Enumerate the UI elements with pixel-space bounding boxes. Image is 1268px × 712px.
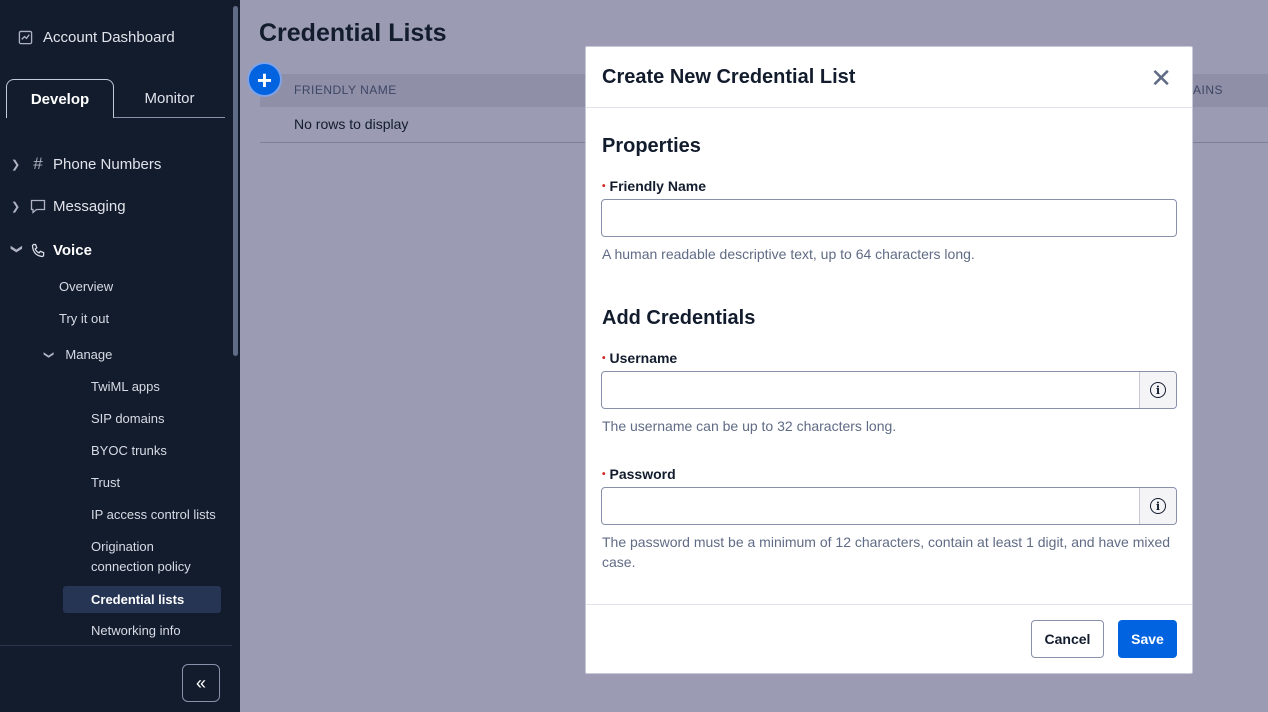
sidebar-item-byoc-trunks[interactable]: BYOC trunks — [91, 441, 167, 461]
modal-header: Create New Credential List ✕ — [586, 47, 1192, 108]
sidebar-divider — [0, 645, 232, 646]
friendly-name-label-text: Friendly Name — [609, 178, 706, 194]
modal-footer: Cancel Save — [586, 604, 1192, 673]
required-marker: • — [602, 469, 606, 480]
create-credential-list-modal: Create New Credential List ✕ Properties … — [585, 46, 1193, 674]
sidebar-scrollbar[interactable] — [233, 6, 238, 356]
password-input[interactable] — [602, 488, 1140, 524]
collapse-sidebar-button[interactable]: « — [182, 664, 220, 702]
sidebar-item-messaging[interactable]: ❯ Messaging — [11, 198, 126, 215]
cancel-button[interactable]: Cancel — [1031, 620, 1104, 658]
required-marker: • — [602, 353, 606, 364]
friendly-name-field[interactable] — [601, 199, 1177, 237]
close-icon[interactable]: ✕ — [1150, 65, 1172, 91]
password-label-text: Password — [609, 466, 676, 482]
dashboard-icon — [18, 30, 33, 45]
sidebar-tabs: Develop Monitor — [6, 79, 225, 118]
sidebar-item-ip-access[interactable]: IP access control lists — [91, 505, 216, 525]
column-header-friendly-name[interactable]: FRIENDLY NAME — [294, 83, 397, 97]
hash-icon: # — [33, 154, 43, 173]
tab-monitor[interactable]: Monitor — [114, 79, 225, 118]
save-button[interactable]: Save — [1118, 620, 1177, 658]
chevron-right-icon: ❯ — [11, 201, 21, 213]
tab-develop[interactable]: Develop — [6, 79, 114, 118]
friendly-name-input[interactable] — [602, 200, 1176, 236]
info-icon: i — [1150, 498, 1166, 514]
friendly-name-label: • Friendly Name — [602, 178, 706, 194]
sidebar: Account Dashboard Develop Monitor ❯ # Ph… — [0, 0, 240, 712]
page-title: Credential Lists — [259, 19, 447, 47]
sidebar-item-twiml-apps[interactable]: TwiML apps — [91, 377, 160, 397]
add-credential-list-button[interactable]: + — [249, 64, 280, 95]
sidebar-item-label: Phone Numbers — [53, 155, 162, 173]
phone-icon — [23, 243, 53, 259]
password-info-button[interactable]: i — [1139, 488, 1176, 524]
sidebar-item-overview[interactable]: Overview — [59, 277, 113, 297]
username-help: The username can be up to 32 characters … — [602, 418, 897, 434]
chevron-down-icon: ❯ — [43, 350, 55, 360]
sidebar-item-trust[interactable]: Trust — [91, 473, 120, 493]
modal-title: Create New Credential List — [602, 66, 856, 88]
sidebar-item-sip-domains[interactable]: SIP domains — [91, 409, 164, 429]
empty-table-message: No rows to display — [294, 116, 409, 132]
username-info-button[interactable]: i — [1139, 372, 1176, 408]
sidebar-item-label: Messaging — [53, 198, 126, 215]
chat-icon — [23, 199, 53, 214]
password-label: • Password — [602, 466, 676, 482]
sidebar-item-label: Voice — [53, 242, 92, 259]
info-icon: i — [1150, 382, 1166, 398]
friendly-name-help: A human readable descriptive text, up to… — [602, 246, 975, 262]
sidebar-item-credential-lists[interactable]: Credential lists — [63, 586, 221, 613]
username-label-text: Username — [609, 350, 678, 366]
chevron-right-icon: ❯ — [11, 158, 21, 171]
sidebar-item-voice[interactable]: ❯ Voice — [11, 242, 92, 259]
sidebar-item-label: Origination — [91, 539, 154, 554]
username-field[interactable]: i — [601, 371, 1177, 409]
account-dashboard-link[interactable]: Account Dashboard — [18, 29, 175, 46]
account-dashboard-label: Account Dashboard — [43, 29, 175, 46]
required-marker: • — [602, 181, 606, 192]
sidebar-item-try-it-out[interactable]: Try it out — [59, 309, 109, 329]
double-chevron-left-icon: « — [195, 672, 206, 693]
plus-icon: + — [256, 64, 273, 95]
username-label: • Username — [602, 350, 677, 366]
password-help: The password must be a minimum of 12 cha… — [602, 534, 1171, 570]
column-header-domains[interactable]: AINS — [1193, 83, 1223, 97]
password-field[interactable]: i — [601, 487, 1177, 525]
sidebar-item-label: connection policy — [91, 559, 191, 574]
sidebar-item-manage[interactable]: ❯ Manage — [43, 345, 113, 365]
properties-heading: Properties — [602, 135, 701, 157]
sidebar-item-networking-info[interactable]: Networking info — [91, 621, 181, 641]
sidebar-item-origination[interactable]: Origination connection policy — [91, 537, 191, 577]
sidebar-item-label: Manage — [65, 347, 113, 362]
chevron-down-icon: ❯ — [10, 244, 23, 254]
add-credentials-heading: Add Credentials — [602, 307, 756, 329]
username-input[interactable] — [602, 372, 1140, 408]
sidebar-item-phone-numbers[interactable]: ❯ # Phone Numbers — [11, 154, 161, 174]
